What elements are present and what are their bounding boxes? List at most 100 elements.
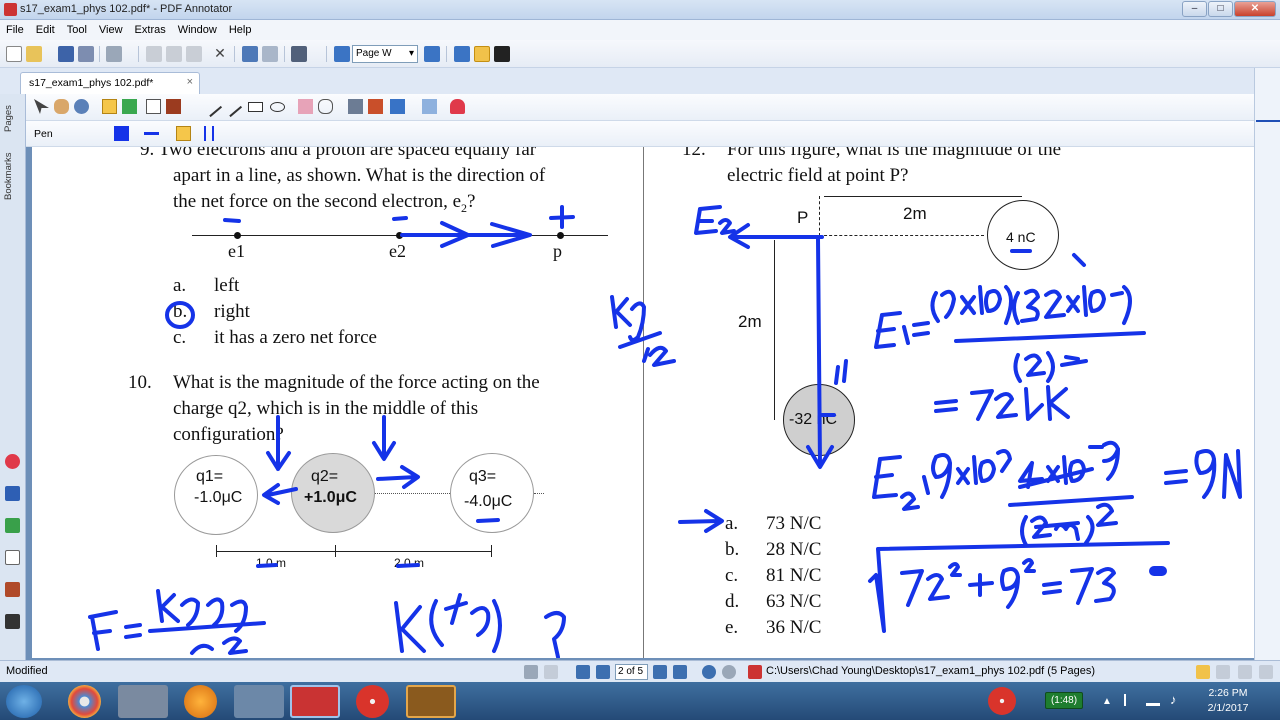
insert-image-icon[interactable]: [368, 99, 383, 114]
page-number-field[interactable]: 2 of 5: [615, 664, 648, 680]
delete-icon[interactable]: ✕: [212, 46, 228, 62]
app-icon: [4, 3, 17, 16]
snap-icon[interactable]: [204, 126, 214, 141]
ink-E1-denominator: [1013, 351, 1088, 383]
print-status-icon[interactable]: [524, 665, 538, 679]
menu-tool[interactable]: Tool: [61, 20, 93, 36]
menu-view[interactable]: View: [93, 20, 129, 36]
rectangle-icon[interactable]: [248, 102, 263, 112]
document-tab[interactable]: s17_exam1_phys 102.pdf* ×: [20, 72, 200, 94]
forward-icon[interactable]: [722, 665, 736, 679]
pen-color-icon[interactable]: [114, 126, 129, 141]
annotation-toolbar: [26, 94, 1254, 121]
file-path: C:\Users\Chad Young\Desktop\s17_exam1_ph…: [766, 665, 1095, 677]
pen-icon[interactable]: [5, 486, 20, 501]
zoom-select[interactable]: Page W ▾: [352, 45, 418, 63]
back-icon[interactable]: [702, 665, 716, 679]
menu-file[interactable]: File: [0, 20, 30, 36]
clock[interactable]: 2:26 PM 2/1/2017: [1196, 686, 1260, 716]
arrow-line-icon[interactable]: [220, 95, 243, 118]
taskbar: (1:48) ▲ ♪ 2:26 PM 2/1/2017: [0, 682, 1280, 720]
close-button[interactable]: ✕: [1234, 1, 1276, 17]
export-icon[interactable]: [544, 665, 558, 679]
minimize-panel-icon[interactable]: [1256, 120, 1280, 122]
maximize-button[interactable]: □: [1208, 1, 1233, 17]
pen-tool-icon[interactable]: [102, 99, 117, 114]
battery-indicator[interactable]: (1:48): [1045, 692, 1083, 709]
stamp-app-icon[interactable]: [406, 685, 456, 718]
ink-E2-denominator: [1020, 502, 1118, 547]
save-all-icon[interactable]: [78, 46, 94, 62]
select-arrow-icon[interactable]: [34, 99, 49, 114]
tray-recorder-icon[interactable]: [988, 687, 1016, 715]
menu-edit[interactable]: Edit: [30, 20, 61, 36]
last-page-icon[interactable]: [673, 665, 687, 679]
minimize-button[interactable]: –: [1182, 1, 1207, 17]
camera-icon[interactable]: [348, 99, 363, 114]
stamp-icon[interactable]: [5, 582, 20, 597]
zoom-icon[interactable]: [74, 99, 89, 114]
open-folder-icon[interactable]: [26, 46, 42, 62]
crop-icon[interactable]: [390, 99, 405, 114]
undo-icon[interactable]: [242, 46, 258, 62]
menu-help[interactable]: Help: [223, 20, 258, 36]
tray-expand-icon[interactable]: ▲: [1102, 696, 1112, 707]
view-facing-continuous-icon[interactable]: [1259, 665, 1273, 679]
ink-e1-label: [834, 359, 848, 385]
line-width-icon[interactable]: [144, 126, 159, 135]
tab-close-icon[interactable]: ×: [187, 76, 193, 88]
picture-icon[interactable]: [422, 99, 437, 114]
pin-icon[interactable]: [5, 614, 20, 629]
zoom-in-icon[interactable]: [424, 46, 440, 62]
ellipse-icon[interactable]: [270, 102, 285, 112]
stamp-tool-icon[interactable]: [166, 99, 181, 114]
pdf-page[interactable]: 9. Two electrons and a proton are spaced…: [32, 147, 1254, 658]
next-page-icon[interactable]: [653, 665, 667, 679]
fullscreen-icon[interactable]: [494, 46, 510, 62]
media-icon[interactable]: [184, 685, 217, 718]
save-icon[interactable]: [58, 46, 74, 62]
tab-pages[interactable]: Pages: [3, 98, 21, 132]
pen-style-icon[interactable]: [176, 126, 191, 141]
start-button[interactable]: [6, 685, 42, 718]
pdf-annotator-taskbar-icon[interactable]: [290, 685, 340, 718]
line-icon[interactable]: [200, 95, 223, 118]
tools-icon[interactable]: [234, 685, 284, 718]
cut-icon[interactable]: [146, 46, 162, 62]
prev-page-icon[interactable]: [596, 665, 610, 679]
hand-icon[interactable]: [54, 99, 69, 114]
view-single-icon[interactable]: [1196, 665, 1210, 679]
file-manager-icon[interactable]: [118, 685, 168, 718]
fit-width-icon[interactable]: [474, 46, 490, 62]
tab-bookmarks[interactable]: Bookmarks: [3, 140, 21, 200]
ink-72N: [934, 385, 1070, 421]
ink-plus: [968, 573, 994, 597]
view-facing-icon[interactable]: [1238, 665, 1252, 679]
menu-window[interactable]: Window: [172, 20, 223, 36]
text-icon[interactable]: [5, 550, 20, 565]
marker-icon[interactable]: [122, 99, 137, 114]
typewriter-icon[interactable]: [146, 99, 161, 114]
network-icon[interactable]: [1146, 694, 1160, 706]
print-icon[interactable]: [106, 46, 122, 62]
flag-icon[interactable]: [1124, 694, 1136, 706]
redo-icon[interactable]: [262, 46, 278, 62]
volume-icon[interactable]: ♪: [1170, 692, 1177, 707]
chrome-icon[interactable]: [68, 685, 101, 718]
favorites-icon[interactable]: [450, 99, 465, 114]
fit-height-icon[interactable]: [454, 46, 470, 62]
comment-icon[interactable]: [318, 99, 333, 114]
copy-icon[interactable]: [166, 46, 182, 62]
window-title: s17_exam1_phys 102.pdf* - PDF Annotator: [20, 3, 233, 15]
zoom-out-icon[interactable]: [334, 46, 350, 62]
favorite-icon[interactable]: [5, 454, 20, 469]
first-page-icon[interactable]: [576, 665, 590, 679]
highlighter-icon[interactable]: [5, 518, 20, 533]
recorder-icon[interactable]: [356, 685, 389, 718]
find-icon[interactable]: [291, 46, 307, 62]
paste-icon[interactable]: [186, 46, 202, 62]
eraser-icon[interactable]: [298, 99, 313, 114]
view-continuous-icon[interactable]: [1216, 665, 1230, 679]
new-document-icon[interactable]: [6, 46, 22, 62]
menu-extras[interactable]: Extras: [129, 20, 172, 36]
